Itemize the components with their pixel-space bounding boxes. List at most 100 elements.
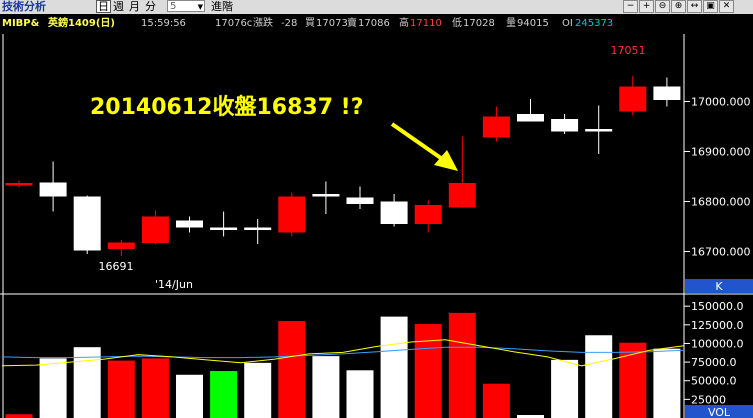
quote-oi-label: OI (562, 18, 573, 29)
quote-low-label: 低 (452, 18, 462, 29)
volume-bar (210, 371, 238, 418)
fit-icon[interactable]: ↔ (687, 0, 702, 13)
volume-bar (653, 348, 681, 418)
quote-volume: 94015 (517, 18, 549, 29)
volume-bar (141, 358, 169, 418)
candle-body (5, 183, 33, 186)
low-price-label: 16691 (99, 260, 134, 273)
volume-bar (380, 316, 408, 418)
chart-annotation: 20140612收盤16837 !? (90, 95, 364, 120)
candle (380, 194, 408, 227)
candle-body (551, 119, 579, 132)
period-week-button[interactable]: 週 (112, 0, 125, 13)
period-minute-button[interactable]: 分 (144, 0, 157, 13)
candle (312, 181, 340, 214)
zoom-out-icon[interactable]: ⊖ (655, 0, 670, 13)
volume-bar (448, 312, 476, 418)
volume-bar (244, 362, 272, 418)
quote-ask-label: 賣 (347, 18, 357, 29)
candle-body (107, 242, 135, 249)
minus-icon[interactable]: − (623, 0, 638, 13)
chart-canvas: 17000.000 16900.000 16800.000 16700.000 170… (0, 34, 753, 418)
candle-body (312, 194, 340, 197)
candle (244, 219, 272, 244)
candle-body (517, 114, 544, 122)
price-tick-label: 16900.000 (691, 146, 751, 159)
volume-axis: 150000.0 125000.0 100000.0 75000.0 50000.0 25… (684, 300, 744, 406)
candle-body (141, 216, 169, 243)
quote-bid-label: 買 (305, 18, 315, 29)
quote-volume-label: 量 (506, 18, 516, 29)
quote-change: -28 (281, 18, 298, 29)
high-price-label: 17051 (611, 44, 646, 57)
candle-body (414, 205, 442, 224)
zoom-in-icon[interactable]: ⊕ (671, 0, 686, 13)
candle (278, 192, 306, 237)
save-icon[interactable]: ▣ (703, 0, 718, 13)
candle (39, 161, 67, 212)
period-month-button[interactable]: 月 (128, 0, 141, 13)
quote-high-label: 高 (399, 18, 409, 29)
candle (619, 76, 647, 116)
interval-select[interactable]: 5 ▼ (167, 0, 205, 12)
candle (210, 211, 238, 237)
candle (141, 210, 169, 244)
candle-body (380, 201, 408, 224)
volume-bar (346, 370, 374, 418)
candle-body (448, 183, 476, 208)
volume-tick-label: 100000.0 (691, 337, 744, 350)
annotation-arrow (390, 122, 458, 171)
candle (585, 105, 613, 154)
candle (448, 136, 476, 208)
volume-bar (414, 324, 442, 418)
quote-oi: 245373 (575, 18, 614, 29)
app-title: 技術分析 (2, 0, 46, 13)
volume-bar (176, 374, 203, 418)
chevron-down-icon: ▼ (197, 3, 203, 11)
volume-tick-label: 150000.0 (691, 300, 744, 313)
quote-last: 17076c (215, 18, 253, 29)
candle (107, 240, 135, 256)
candle-body (39, 182, 67, 197)
candle (482, 106, 510, 142)
candle (517, 99, 544, 122)
volume-tick-label: 75000.0 (691, 356, 737, 369)
quote-ask: 17086 (358, 18, 390, 29)
candle-body (482, 116, 510, 138)
panel-tag-vol-label: VOL (708, 406, 731, 418)
volume-bar (312, 356, 340, 418)
candle (176, 216, 203, 233)
candle-body (653, 86, 681, 100)
volume-tick-label: 50000.0 (691, 375, 737, 388)
candle (5, 180, 33, 188)
volume-bar (551, 359, 579, 418)
quote-name: 英鎊1409(日) (48, 18, 115, 29)
toolbar: 技術分析 日 週 月 分 5 ▼ 進階 − + ⊖ ⊕ ↔ ▣ ✕ (0, 0, 753, 14)
candle-body (278, 196, 306, 233)
panel-tag-k-label: K (715, 280, 723, 293)
quote-symbol: MIBP& (2, 18, 40, 29)
volume-bar (585, 335, 613, 418)
candle-body (619, 86, 647, 112)
advanced-button[interactable]: 進階 (211, 0, 233, 14)
candle (73, 195, 101, 254)
volume-bar (107, 360, 135, 418)
candle-body (176, 220, 203, 228)
price-axis: 17000.000 16900.000 16800.000 16700.000 (684, 96, 751, 259)
quote-low: 17028 (463, 18, 495, 29)
volume-bar (5, 414, 33, 418)
candle-body (346, 197, 374, 204)
volume-bar (482, 383, 510, 418)
candle (551, 114, 579, 134)
plus-icon[interactable]: + (639, 0, 654, 13)
candle-body (585, 129, 613, 132)
candle-body (210, 227, 238, 230)
close-icon[interactable]: ✕ (719, 0, 734, 13)
period-day-button[interactable]: 日 (96, 0, 111, 13)
quote-change-label: 漲跌 (253, 18, 273, 29)
interval-value: 5 (170, 1, 177, 12)
price-tick-label: 16800.000 (691, 196, 751, 209)
candle (653, 77, 681, 107)
volume-bar (39, 358, 67, 418)
candle (346, 186, 374, 209)
